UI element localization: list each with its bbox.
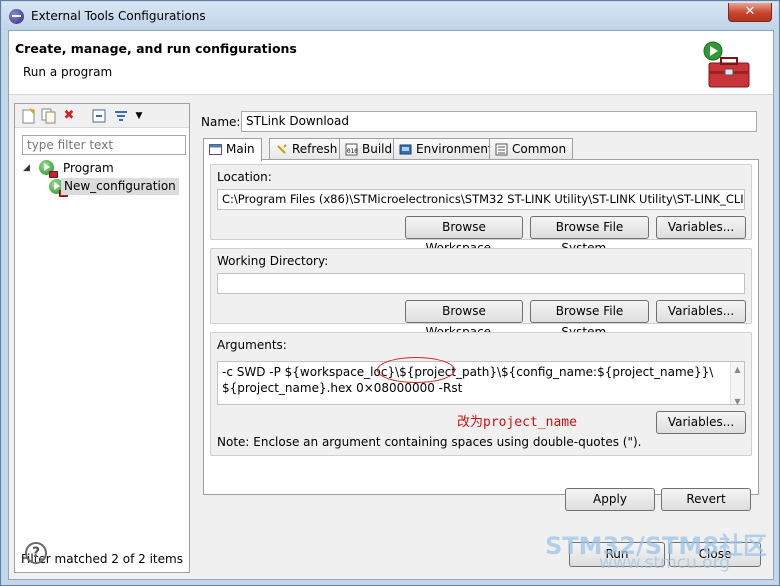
working-directory-field[interactable]: [217, 273, 745, 294]
collapse-all-icon[interactable]: [91, 108, 107, 124]
window-close-button[interactable]: ✕: [728, 3, 772, 22]
main-tab-icon: [209, 143, 222, 156]
annotation-text: 改为project_name: [457, 415, 577, 430]
environment-icon: [399, 143, 412, 156]
location-variables-button[interactable]: Variables...: [656, 216, 746, 239]
tree-item-program[interactable]: ◢ Program: [23, 160, 173, 178]
dialog-client: Create, manage, and run configurations R…: [8, 30, 774, 580]
location-field[interactable]: C:\Program Files (x86)\STMicroelectronic…: [217, 189, 745, 210]
arguments-line-1: -c SWD -P ${workspace_loc}\${project_pat…: [222, 365, 714, 379]
svg-text:010: 010: [347, 148, 358, 155]
dialog-header: Create, manage, and run configurations R…: [9, 31, 773, 95]
location-browse-workspace-button[interactable]: Browse Workspace...: [405, 216, 523, 255]
window-title: External Tools Configurations: [31, 9, 206, 23]
config-list-pane: ✖ ▼ ◢ Program New_configuration Filter m…: [14, 103, 190, 573]
name-label: Name:: [201, 115, 241, 129]
new-config-icon[interactable]: [21, 108, 37, 124]
tab-common[interactable]: Common: [489, 138, 574, 160]
config-editor: Name: STLink Download Main Refresh 010 B…: [195, 103, 767, 495]
arguments-variables-button[interactable]: Variables...: [656, 411, 746, 434]
working-directory-label: Working Directory:: [217, 254, 329, 268]
annotation-circle: [377, 357, 455, 383]
header-subtitle: Run a program: [23, 65, 113, 79]
header-title: Create, manage, and run configurations: [15, 41, 297, 56]
refresh-icon: [275, 143, 288, 156]
location-group: Location: C:\Program Files (x86)\STMicro…: [210, 164, 752, 255]
delete-icon[interactable]: ✖: [61, 108, 77, 124]
program-run-icon: [39, 160, 58, 178]
location-label: Location:: [217, 170, 272, 184]
revert-button[interactable]: Revert: [661, 488, 751, 511]
arguments-line-2: ${project_name}.hex 0×08000000 -Rst: [222, 381, 463, 395]
main-tab-panel: Location: C:\Program Files (x86)\STMicro…: [203, 159, 759, 495]
tab-build[interactable]: 010 Build: [339, 138, 400, 160]
help-icon[interactable]: ?: [25, 542, 47, 564]
workdir-browse-workspace-button[interactable]: Browse Workspace...: [405, 300, 523, 339]
location-browse-file-system-button[interactable]: Browse File System...: [530, 216, 649, 255]
workdir-variables-button[interactable]: Variables...: [656, 300, 746, 323]
arguments-group: Arguments: -c SWD -P ${workspace_loc}\${…: [210, 332, 752, 456]
tab-main[interactable]: Main: [203, 138, 262, 161]
config-tabs: Main Refresh 010 Build Environment Commo…: [203, 138, 759, 161]
filter-icon[interactable]: [113, 108, 129, 124]
working-directory-group: Working Directory: Browse Workspace... B…: [210, 248, 752, 339]
arguments-scrollbar[interactable]: ▲ ▼: [730, 362, 744, 406]
toolbox-icon: [703, 41, 753, 89]
tree-item-label: Program: [63, 161, 114, 175]
config-toolbar: ✖ ▼: [15, 104, 189, 128]
expand-caret-icon[interactable]: ◢: [23, 160, 30, 177]
tab-refresh[interactable]: Refresh: [269, 138, 345, 160]
arguments-note: Note: Enclose an argument containing spa…: [217, 435, 642, 449]
build-icon: 010: [345, 143, 358, 156]
apply-button[interactable]: Apply: [565, 488, 655, 511]
eclipse-icon: [9, 9, 24, 24]
tree-item-label: New_configuration: [61, 178, 179, 195]
dialog-window: External Tools Configurations ✕ Create, …: [0, 0, 780, 586]
duplicate-icon[interactable]: [41, 108, 57, 124]
filter-input[interactable]: [22, 135, 186, 155]
dropdown-arrow-icon[interactable]: ▼: [131, 108, 147, 124]
arguments-label: Arguments:: [217, 338, 287, 352]
workdir-browse-file-system-button[interactable]: Browse File System...: [530, 300, 649, 339]
arguments-textarea[interactable]: -c SWD -P ${workspace_loc}\${project_pat…: [217, 361, 745, 406]
common-icon: [495, 143, 508, 156]
tab-environment[interactable]: Environment: [393, 138, 500, 160]
name-field[interactable]: STLink Download: [241, 111, 757, 132]
watermark-url: www.stmcu.org: [599, 553, 731, 573]
tree-item-new-configuration[interactable]: New_configuration: [49, 178, 185, 197]
title-bar[interactable]: External Tools Configurations ✕: [2, 2, 778, 30]
